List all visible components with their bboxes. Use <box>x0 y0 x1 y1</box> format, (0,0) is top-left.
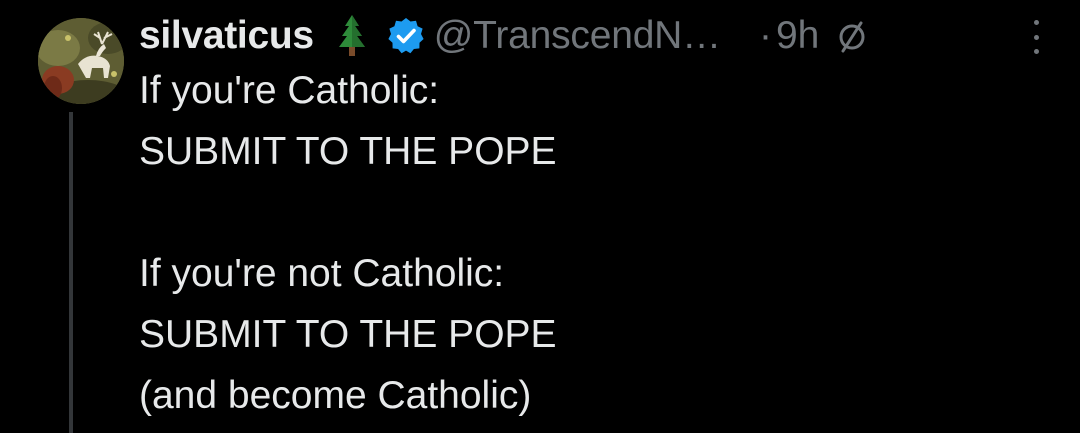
avatar[interactable] <box>38 18 124 104</box>
post-text-line: SUBMIT TO THE POPE <box>139 130 557 173</box>
post-text-line: (and become Catholic) <box>139 374 532 417</box>
handle[interactable]: @TranscendN… <box>434 14 721 58</box>
post-header: silvaticus @TranscendN… · 9h <box>139 10 869 62</box>
post-text-line <box>139 182 557 243</box>
display-name[interactable]: silvaticus <box>139 14 314 58</box>
timestamp[interactable]: 9h <box>776 14 819 58</box>
evergreen-tree-icon <box>328 12 376 60</box>
more-dot <box>1033 49 1039 54</box>
post-text-line: If you're not Catholic: <box>139 252 505 295</box>
thread-line <box>69 112 73 433</box>
verified-badge-icon[interactable] <box>386 16 426 56</box>
post-text-line: If you're Catholic: <box>139 69 440 112</box>
avatar-image <box>38 18 124 104</box>
post-text-line: SUBMIT TO THE POPE <box>139 313 557 356</box>
circle-slash-icon <box>835 19 869 53</box>
more-vertical-icon[interactable] <box>1026 20 1046 54</box>
separator-dot: · <box>758 14 772 57</box>
more-dot <box>1033 20 1039 25</box>
more-dot <box>1033 34 1039 40</box>
post-text: If you're Catholic: SUBMIT TO THE POPE I… <box>139 60 557 426</box>
tweet[interactable]: silvaticus @TranscendN… · 9h If you're C… <box>0 0 1080 433</box>
